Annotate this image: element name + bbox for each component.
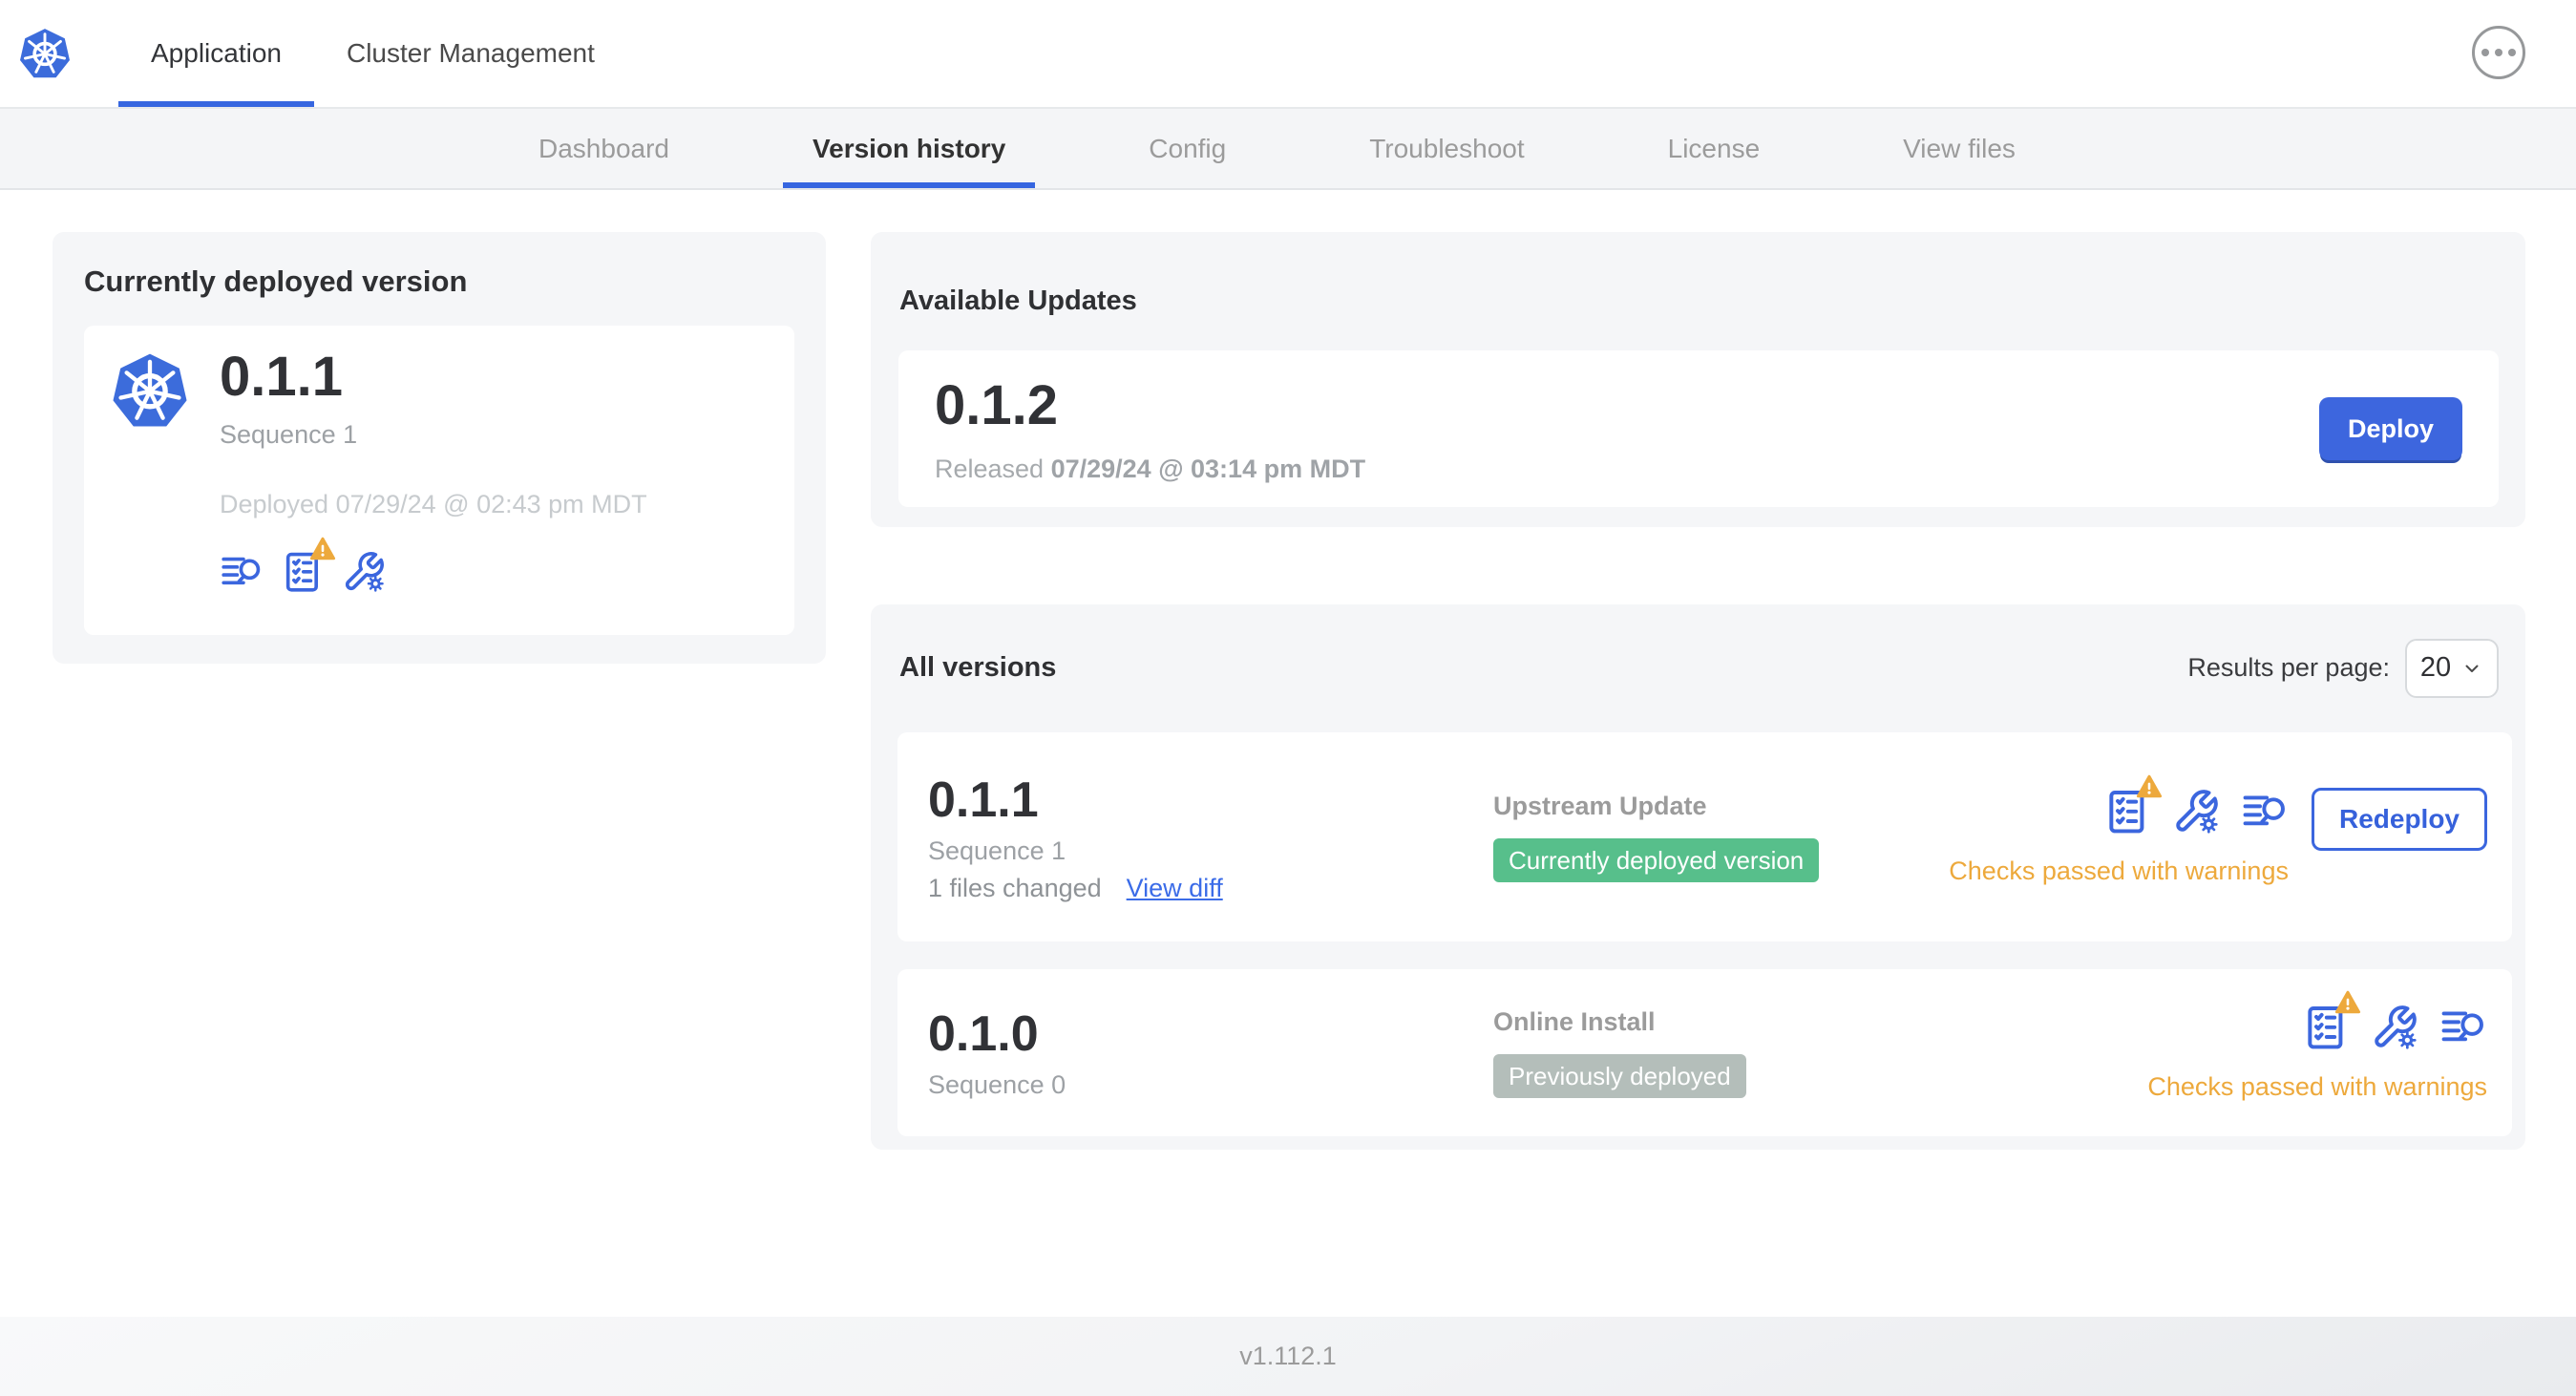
status-badge-currently-deployed: Currently deployed version [1493,837,1820,883]
preflight-status-text: Checks passed with warnings [2147,1072,2487,1101]
warning-triangle-icon [2135,773,2164,800]
deployed-version-label: 0.1.1 [220,346,343,408]
app-root: Application Cluster Management Dashboard… [0,0,2576,1396]
results-per-page-value: 20 [2419,652,2452,684]
console-version: v1.112.1 [1239,1342,1337,1370]
kubernetes-logo-icon [17,25,73,82]
row-source-label: Upstream Update [1493,791,1707,820]
redeploy-button[interactable]: Redeploy [2311,788,2487,851]
tab-version-history[interactable]: Version history [741,109,1077,188]
tab-troubleshoot[interactable]: Troubleshoot [1298,109,1595,188]
warning-triangle-icon [2333,989,2362,1016]
update-released-date: 07/29/24 @ 03:14 pm MDT [1050,455,1366,483]
row-actions [2103,788,2289,835]
version-row: 0.1.0 Sequence 0 Online Install Previous… [897,969,2512,1136]
row-source-label: Online Install [1493,1006,1656,1036]
wrench-config-icon[interactable] [2371,1004,2418,1051]
preflight-status-text: Checks passed with warnings [1949,857,2289,885]
status-badge-previously-deployed: Previously deployed [1493,1053,1746,1099]
view-logs-icon[interactable] [2439,1004,2487,1051]
tab-license[interactable]: License [1596,109,1832,188]
view-logs-icon[interactable] [220,550,264,594]
results-per-page-select[interactable]: 20 [2405,638,2499,698]
app-icon-kubernetes [109,349,191,433]
app-footer: v1.112.1 [0,1317,2576,1396]
update-row: 0.1.2 Released 07/29/24 @ 03:14 pm MDT D… [898,350,2499,507]
version-row: 0.1.1 Sequence 1 1 files changed View di… [897,732,2512,941]
tab-view-files[interactable]: View files [1831,109,2087,188]
row-sequence: Sequence 1 [928,835,1066,865]
deployed-sequence: Sequence 1 [220,419,358,449]
row-version-label: 0.1.0 [928,1006,1039,1062]
available-updates-title: Available Updates [899,286,1137,317]
ellipsis-icon [2481,49,2489,56]
currently-deployed-card: Currently deployed version 0.1.1 Sequenc… [53,232,826,664]
more-options-button[interactable] [2472,26,2525,79]
deploy-button[interactable]: Deploy [2318,397,2462,460]
currently-deployed-title: Currently deployed version [84,264,468,298]
warning-triangle-icon [308,536,337,562]
files-changed-label: 1 files changed [928,873,1102,902]
wrench-config-icon[interactable] [2172,788,2220,835]
tab-application[interactable]: Application [118,0,314,107]
view-logs-icon[interactable] [2241,788,2289,835]
deployed-timestamp: Deployed 07/29/24 @ 02:43 pm MDT [220,489,647,518]
available-updates-card: Available Updates 0.1.2 Released 07/29/2… [871,232,2525,527]
view-diff-link[interactable]: View diff [1127,874,1223,903]
top-nav: Application Cluster Management [118,0,2576,107]
row-actions [2302,1004,2487,1051]
wrench-config-icon[interactable] [342,550,386,594]
all-versions-card: All versions Results per page: 20 0.1.1 … [871,604,2525,1150]
update-released-line: Released 07/29/24 @ 03:14 pm MDT [935,455,1366,483]
update-version-label: 0.1.2 [935,374,1058,436]
row-version-label: 0.1.1 [928,772,1039,828]
preflight-checks-icon[interactable] [2302,1004,2350,1051]
chevron-down-icon [2460,657,2483,680]
tab-cluster-management[interactable]: Cluster Management [314,0,627,107]
top-header: Application Cluster Management [0,0,2576,109]
preflight-checks-icon[interactable] [281,550,325,594]
app-subnav: Dashboard Version history Config Trouble… [0,109,2576,190]
row-sequence: Sequence 0 [928,1070,1066,1099]
tab-config[interactable]: Config [1077,109,1298,188]
preflight-checks-icon[interactable] [2103,788,2151,835]
tab-dashboard[interactable]: Dashboard [467,109,741,188]
results-per-page-label: Results per page: [2187,653,2390,683]
all-versions-title: All versions [899,652,1057,684]
deployed-actions [220,550,647,594]
deployed-version-panel: 0.1.1 Sequence 1 Deployed 07/29/24 @ 02:… [84,326,794,635]
